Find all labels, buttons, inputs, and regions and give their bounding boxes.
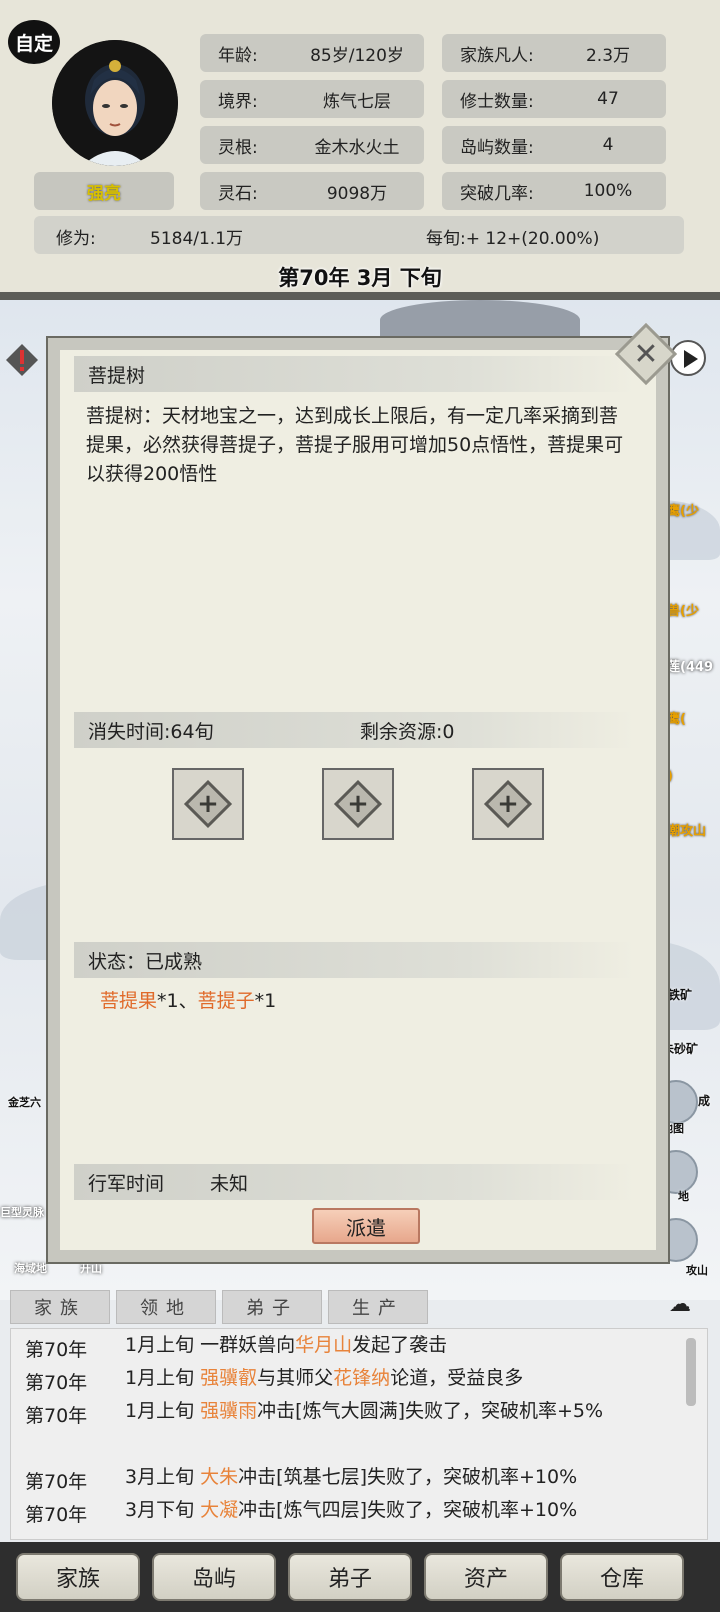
add-disciple-slot[interactable]: + xyxy=(472,768,544,840)
log-text: 1月上旬 一群妖兽向华月山发起了袭击 xyxy=(125,1334,448,1356)
log-year: 第70年 xyxy=(25,1504,88,1526)
stat-breakthrough: 突破几率: 100% xyxy=(442,172,666,210)
reward-item[interactable]: 菩提子 xyxy=(198,990,255,1012)
nav-assets-button[interactable]: 资产 xyxy=(424,1553,548,1601)
stat-value: 9098万 xyxy=(326,183,388,204)
stat-value: 炼气七层 xyxy=(323,91,391,112)
nav-family-button[interactable]: 家族 xyxy=(16,1553,140,1601)
vanish-time: 消失时间:64旬 xyxy=(88,720,214,743)
map-label[interactable]: 成 xyxy=(698,1092,710,1109)
resource-info-bar: 消失时间:64旬 剩余资源:0 xyxy=(74,712,634,748)
add-disciple-slot[interactable]: + xyxy=(322,768,394,840)
stat-label: 灵根: xyxy=(218,137,258,158)
dialog-title: 菩提树 xyxy=(74,356,634,392)
march-label: 行军时间 xyxy=(88,1172,165,1195)
log-year: 第70年 xyxy=(25,1372,88,1394)
stat-cultivators: 修士数量: 47 xyxy=(442,80,666,118)
stat-label: 突破几率: xyxy=(460,183,534,204)
reward-item[interactable]: 菩提果 xyxy=(100,990,157,1012)
stat-value: 金木水火土 xyxy=(314,137,400,158)
alert-icon[interactable] xyxy=(4,342,40,378)
march-time-bar: 行军时间 未知 xyxy=(74,1164,634,1200)
stat-value: 100% xyxy=(583,181,633,201)
stat-islands: 岛屿数量: 4 xyxy=(442,126,666,164)
stat-mortals: 家族凡人: 2.3万 xyxy=(442,34,666,72)
character-name[interactable]: 强亮 xyxy=(34,172,174,210)
log-tabs: 家族 领地 弟子 生产 xyxy=(10,1290,428,1324)
cultivation-label: 修为: xyxy=(56,229,96,249)
dispatch-button[interactable]: 派遣 xyxy=(312,1208,420,1244)
event-log[interactable]: 第70年 1月上旬 一群妖兽向华月山发起了袭击 第70年 1月上旬 强骥叡与其师… xyxy=(10,1328,708,1540)
stat-label: 家族凡人: xyxy=(460,45,534,66)
avatar[interactable] xyxy=(52,40,178,166)
plus-icon: + xyxy=(197,789,219,819)
log-text: 3月上旬 大朱冲击[筑基七层]失败了，突破机率+10% xyxy=(125,1466,578,1488)
plus-icon: + xyxy=(497,789,519,819)
log-text: 3月下旬 大凝冲击[炼气四层]失败了，突破机率+10% xyxy=(125,1499,578,1521)
stat-label: 境界: xyxy=(218,91,258,112)
stat-value: 2.3万 xyxy=(585,45,631,66)
play-icon[interactable] xyxy=(670,340,706,376)
tab-territory[interactable]: 领地 xyxy=(116,1290,216,1324)
reward-list: 菩提果*1、菩提子*1 xyxy=(100,986,276,1013)
map-button-label: 地 xyxy=(678,1190,689,1203)
cloud-menu-icon[interactable]: ☁ xyxy=(656,1292,704,1318)
cultivation-bar: 修为: 5184/1.1万 每旬:+ 12+(20.00%) xyxy=(34,216,684,254)
nav-warehouse-button[interactable]: 仓库 xyxy=(560,1553,684,1601)
tab-disciples[interactable]: 弟子 xyxy=(222,1290,322,1324)
game-date: 第70年 3月 下旬 xyxy=(278,266,442,290)
status-panel: 自定 强亮 年龄: 85岁/120岁 家族凡人: 2.3万 境界: 炼气七层 修… xyxy=(0,0,720,300)
reward-qty: *1、 xyxy=(157,990,198,1012)
stat-spirit-stones: 灵石: 9098万 xyxy=(200,172,424,210)
nav-disciples-button[interactable]: 弟子 xyxy=(288,1553,412,1601)
map-label[interactable]: 海域地 xyxy=(14,1260,47,1276)
map-label: 攻山 xyxy=(686,1264,708,1277)
map-label[interactable]: 金芝六 xyxy=(8,1094,41,1110)
cultivation-value: 5184/1.1万 xyxy=(150,229,244,249)
stat-label: 修士数量: xyxy=(460,91,534,112)
stat-realm: 境界: 炼气七层 xyxy=(200,80,424,118)
stat-label: 灵石: xyxy=(218,183,258,204)
map-label[interactable]: 巨型灵脉 xyxy=(0,1204,44,1220)
stat-label: 年龄: xyxy=(218,45,258,66)
march-value: 未知 xyxy=(210,1172,249,1195)
reward-qty: *1 xyxy=(254,990,277,1012)
stat-age: 年龄: 85岁/120岁 xyxy=(200,34,424,72)
item-description: 菩提树：天材地宝之一，达到成长上限后，有一定几率采摘到菩提果，必然获得菩提子，菩… xyxy=(86,405,624,485)
log-text: 1月上旬 强骥叡与其师父花锋纳论道，受益良多 xyxy=(125,1367,524,1389)
nav-islands-button[interactable]: 岛屿 xyxy=(152,1553,276,1601)
tab-family[interactable]: 家族 xyxy=(10,1290,110,1324)
stat-value: 85岁/120岁 xyxy=(310,45,404,66)
map-label[interactable]: 开山 xyxy=(80,1260,102,1276)
stat-label: 岛屿数量: xyxy=(460,137,534,158)
stat-spirit-root: 灵根: 金木水火土 xyxy=(200,126,424,164)
status-bar: 状态：已成熟 xyxy=(74,942,634,978)
stat-value: 47 xyxy=(597,89,619,109)
tab-production[interactable]: 生产 xyxy=(328,1290,428,1324)
add-disciple-slot[interactable]: + xyxy=(172,768,244,840)
log-year: 第70年 xyxy=(25,1405,88,1427)
remaining-resources: 剩余资源:0 xyxy=(360,720,455,743)
per-period-gain: 每旬:+ 12+(20.00%) xyxy=(426,229,600,249)
plus-icon: + xyxy=(347,789,369,819)
log-year: 第70年 xyxy=(25,1471,88,1493)
custom-badge[interactable]: 自定 xyxy=(8,20,60,64)
stat-value: 4 xyxy=(602,135,614,155)
log-year: 第70年 xyxy=(25,1339,88,1361)
log-text: 1月上旬 强骥雨冲击[炼气大圆满]失败了，突破机率+5% xyxy=(125,1400,604,1422)
log-scrollbar[interactable] xyxy=(686,1338,696,1406)
